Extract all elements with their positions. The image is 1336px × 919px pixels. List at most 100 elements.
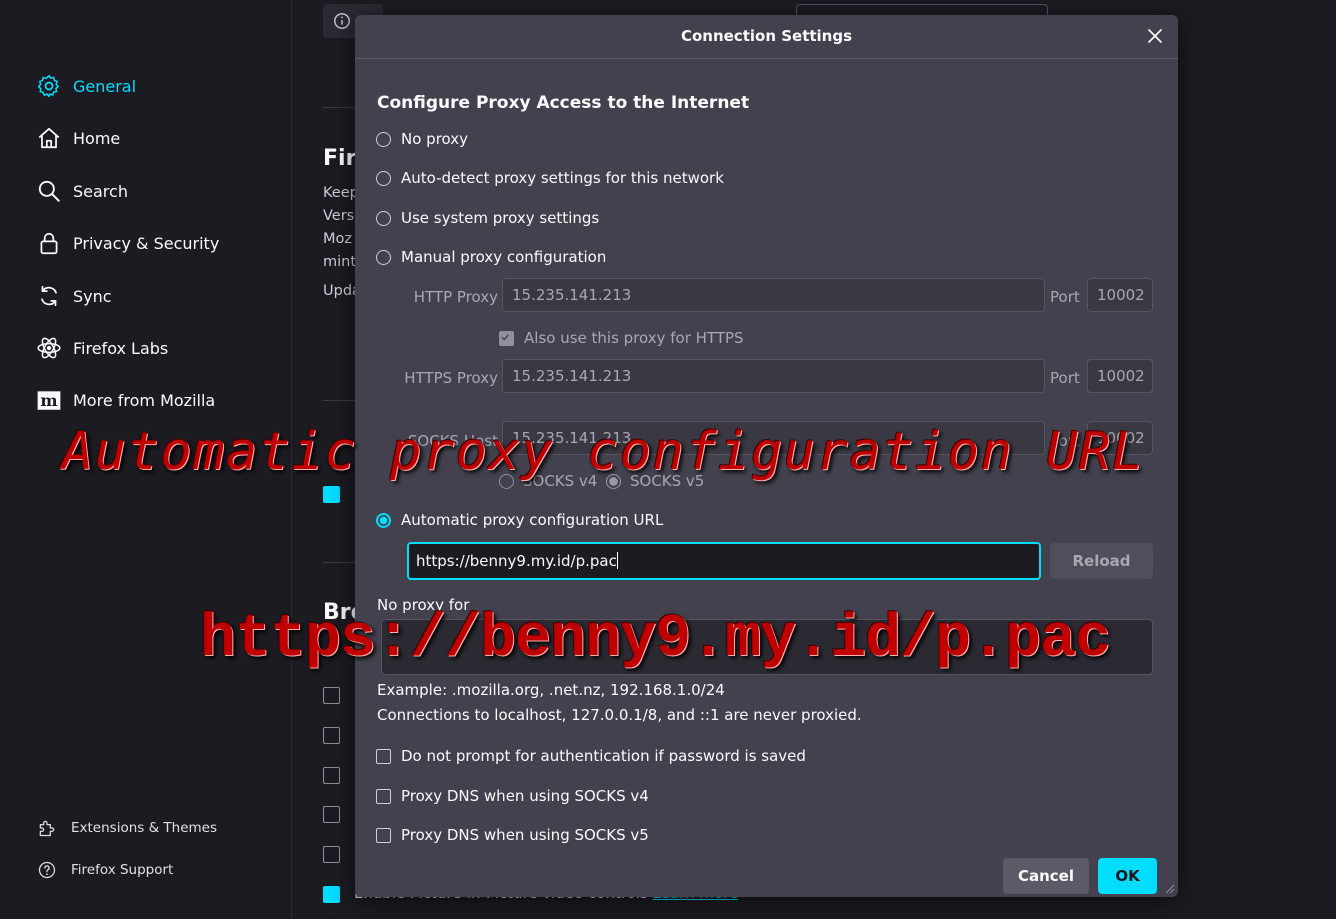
radio-label: SOCKS v5 — [630, 472, 705, 490]
radio-button[interactable] — [376, 170, 391, 186]
close-icon[interactable] — [1144, 25, 1166, 47]
updates-text-line: Moz — [323, 231, 352, 247]
radio-system-proxy[interactable]: Use system proxy settings — [376, 209, 599, 227]
sidebar: General Home Search Privacy & Security S… — [0, 0, 292, 919]
also-https-checkbox[interactable]: Also use this proxy for HTTPS — [499, 329, 744, 347]
sidebar-item-more-from-mozilla[interactable]: m More from Mozilla — [36, 384, 215, 416]
sidebar-item-label: Sync — [73, 286, 112, 306]
firefox-updates-heading: Fir — [323, 146, 357, 171]
radio-button[interactable] — [376, 249, 391, 265]
section-heading: Configure Proxy Access to the Internet — [377, 93, 750, 113]
search-icon — [38, 180, 60, 202]
bg-checkbox[interactable] — [323, 727, 340, 744]
bg-checkbox[interactable] — [323, 687, 340, 704]
radio-socks-v4[interactable]: SOCKS v4 — [499, 472, 597, 490]
bg-checkbox-checked[interactable] — [323, 486, 340, 503]
sidebar-item-privacy[interactable]: Privacy & Security — [36, 227, 219, 259]
sidebar-item-label: Search — [73, 181, 128, 201]
radio-button[interactable] — [376, 131, 391, 147]
resize-grip-icon[interactable] — [1165, 884, 1175, 894]
radio-label: No proxy — [401, 130, 468, 148]
checkbox-dns-socks5[interactable]: Proxy DNS when using SOCKS v5 — [376, 826, 649, 844]
radio-label: Use system proxy settings — [401, 209, 600, 227]
sidebar-item-label: General — [73, 76, 137, 96]
no-proxy-for-textarea[interactable] — [381, 619, 1153, 675]
extensions-themes-label: Extensions & Themes — [71, 820, 218, 836]
radio-socks-v5[interactable]: SOCKS v5 — [606, 472, 704, 490]
radio-button[interactable] — [606, 473, 621, 489]
dialog-title: Connection Settings — [680, 27, 853, 45]
https-port-label: Port — [1050, 369, 1080, 387]
checkbox-dns-socks4[interactable]: Proxy DNS when using SOCKS v4 — [376, 787, 649, 805]
radio-button[interactable] — [499, 473, 514, 489]
checkbox-label: Do not prompt for authentication if pass… — [401, 747, 806, 765]
sidebar-firefox-support[interactable]: Firefox Support — [37, 860, 173, 880]
sidebar-item-home[interactable]: Home — [36, 122, 120, 154]
socks-port-input[interactable]: 10002 — [1087, 421, 1153, 455]
checkbox-label: Also use this proxy for HTTPS — [524, 329, 744, 347]
socks-host-label: SOCKS Host — [407, 432, 498, 450]
sidebar-item-search[interactable]: Search — [36, 175, 128, 207]
radio-button[interactable] — [376, 512, 391, 528]
ok-button[interactable]: OK — [1098, 858, 1157, 894]
radio-auto-detect[interactable]: Auto-detect proxy settings for this netw… — [376, 169, 724, 187]
radio-no-proxy[interactable]: No proxy — [376, 130, 468, 148]
http-port-input[interactable]: 10002 — [1087, 278, 1153, 312]
updates-text-line: Keep — [323, 185, 359, 201]
no-proxy-for-label: No proxy for — [377, 596, 470, 614]
lock-icon — [40, 232, 58, 255]
http-proxy-label: HTTP Proxy — [413, 288, 498, 306]
checkbox[interactable] — [376, 748, 391, 764]
checkbox[interactable] — [499, 330, 514, 346]
mozilla-icon: m — [37, 391, 61, 410]
radio-manual-proxy[interactable]: Manual proxy configuration — [376, 248, 606, 266]
pac-url-input[interactable]: https://benny9.my.id/p.pac — [407, 542, 1041, 580]
http-port-label: Port — [1050, 288, 1080, 306]
radio-button[interactable] — [376, 210, 391, 226]
bg-checkbox[interactable] — [323, 767, 340, 784]
checkmark-icon — [501, 334, 509, 340]
home-icon — [38, 127, 60, 149]
info-icon — [334, 13, 350, 29]
sync-icon — [41, 285, 57, 307]
sidebar-item-general[interactable]: General — [36, 70, 136, 102]
sidebar-item-sync[interactable]: Sync — [36, 280, 112, 312]
connection-settings-dialog: Connection Settings Configure Proxy Acce… — [355, 15, 1178, 897]
https-port-input[interactable]: 10002 — [1087, 359, 1153, 393]
updates-text-line: mint — [323, 254, 357, 270]
sidebar-item-label: Privacy & Security — [73, 233, 220, 253]
http-proxy-input[interactable]: 15.235.141.213 — [502, 278, 1045, 312]
svg-text:m: m — [40, 391, 57, 410]
radio-label: Auto-detect proxy settings for this netw… — [401, 169, 724, 187]
pip-checkbox[interactable] — [323, 886, 340, 903]
sidebar-extensions-themes[interactable]: Extensions & Themes — [37, 818, 217, 838]
firefox-support-label: Firefox Support — [71, 862, 174, 878]
radio-auto-config-url[interactable]: Automatic proxy configuration URL — [376, 511, 663, 529]
updates-text-line: Vers — [323, 208, 355, 224]
https-proxy-label: HTTPS Proxy — [404, 369, 498, 387]
socks-host-input[interactable]: 15.235.141.213 — [502, 421, 1045, 455]
checkbox[interactable] — [376, 827, 391, 843]
radio-label: Automatic proxy configuration URL — [401, 511, 664, 529]
https-proxy-input[interactable]: 15.235.141.213 — [502, 359, 1045, 393]
cancel-button[interactable]: Cancel — [1003, 858, 1089, 894]
sidebar-item-label: Home — [73, 128, 121, 148]
help-icon — [38, 861, 56, 879]
radio-label: Manual proxy configuration — [401, 248, 607, 266]
socks-port-label: Port — [1050, 432, 1080, 450]
puzzle-icon — [39, 820, 55, 837]
checkbox-no-prompt-auth[interactable]: Do not prompt for authentication if pass… — [376, 747, 806, 765]
example-note: Example: .mozilla.org, .net.nz, 192.168.… — [377, 681, 725, 699]
reload-button[interactable]: Reload — [1050, 543, 1153, 579]
checkbox-label: Proxy DNS when using SOCKS v4 — [401, 787, 649, 805]
labs-icon — [37, 337, 61, 359]
gear-icon — [37, 74, 59, 98]
dialog-titlebar: Connection Settings — [355, 15, 1178, 59]
checkbox[interactable] — [376, 788, 391, 804]
bg-checkbox[interactable] — [323, 846, 340, 863]
sidebar-item-firefox-labs[interactable]: Firefox Labs — [36, 332, 168, 364]
bg-checkbox[interactable] — [323, 806, 340, 823]
sidebar-item-label: Firefox Labs — [73, 338, 169, 358]
radio-label: SOCKS v4 — [523, 472, 598, 490]
pac-url-value: https://benny9.my.id/p.pac — [416, 552, 617, 570]
